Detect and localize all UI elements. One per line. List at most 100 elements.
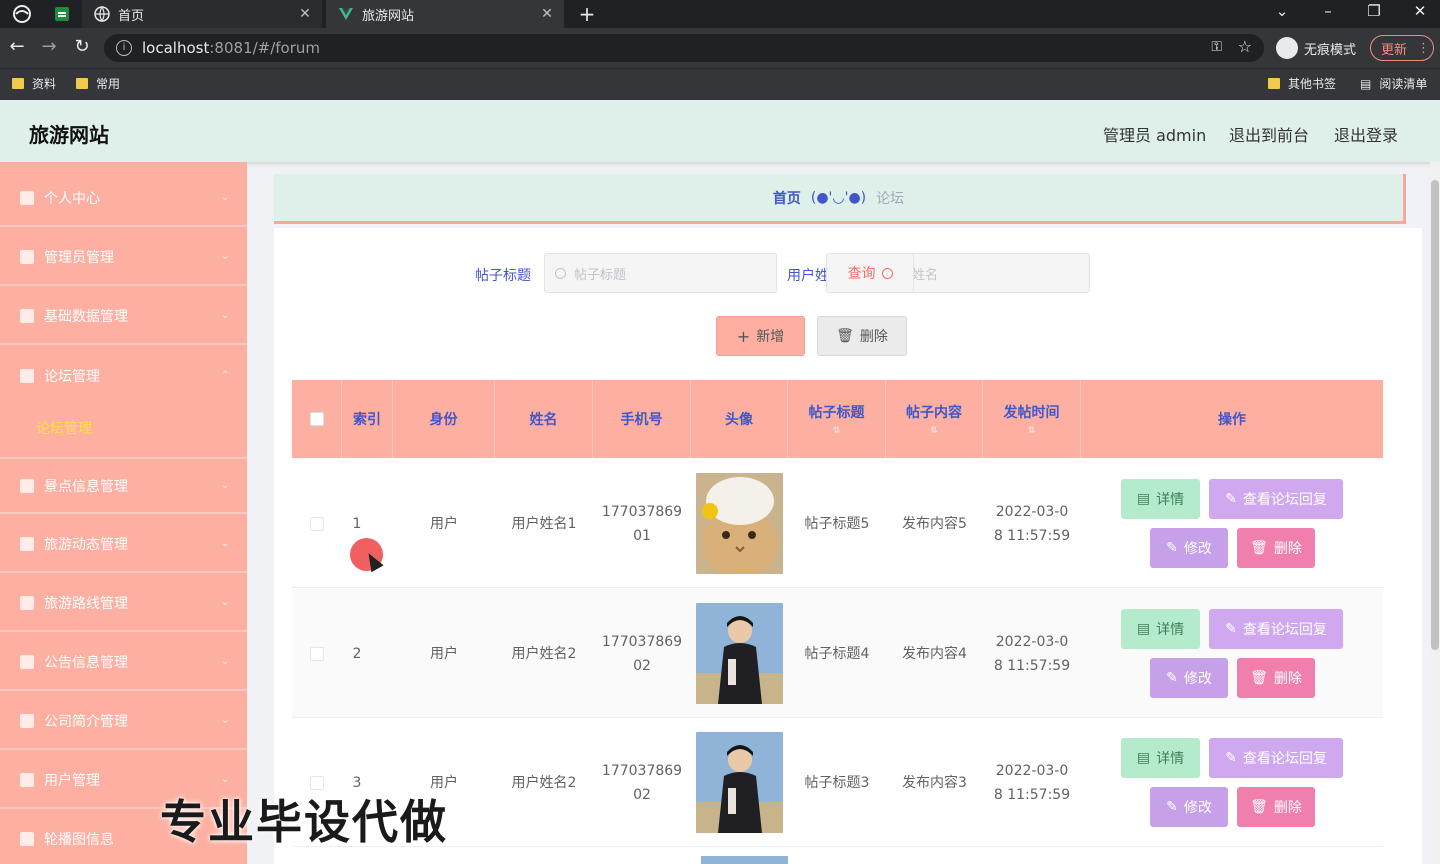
sidebar-subitem-forum[interactable]: 论坛管理 bbox=[0, 399, 247, 456]
time-text: 2022-03-08 11:57:59 bbox=[993, 762, 1071, 803]
browser-tab-bar: 首页 ✕ 旅游网站 ✕ + ⌄ – ❐ ✕ bbox=[0, 0, 1440, 28]
column-role[interactable]: 身份 bbox=[393, 380, 495, 458]
reload-icon[interactable]: ↻ bbox=[70, 36, 94, 57]
delete-button[interactable]: 🗑 删除 bbox=[1237, 787, 1315, 827]
delete-button[interactable]: 🗑 删除 bbox=[1237, 528, 1315, 568]
column-avatar[interactable]: 头像 bbox=[691, 380, 788, 458]
sidebar-item-scenic[interactable]: 景点信息管理 ⌄ bbox=[0, 457, 247, 514]
tab-title: 旅游网站 bbox=[362, 8, 415, 24]
url-field[interactable]: i localhost:8081/#/forum ⚿ ☆ bbox=[104, 34, 1264, 62]
column-name[interactable]: 姓名 bbox=[495, 380, 593, 458]
sidebar-item-base-data[interactable]: 基础数据管理 ⌄ bbox=[0, 288, 247, 345]
trash-icon: 🗑 bbox=[1250, 670, 1268, 686]
close-icon[interactable]: ✕ bbox=[536, 6, 558, 22]
bookmark-label: 常用 bbox=[96, 77, 121, 91]
star-icon[interactable]: ☆ bbox=[1238, 37, 1252, 56]
sidebar-item-personal-center[interactable]: 个人中心 ⌄ bbox=[0, 170, 247, 227]
detail-button[interactable]: ▤ 详情 bbox=[1121, 609, 1200, 649]
folder-icon bbox=[12, 78, 24, 89]
sidebar-item-routes[interactable]: 旅游路线管理 ⌄ bbox=[0, 575, 247, 632]
edit-button[interactable]: ✎ 修改 bbox=[1150, 528, 1228, 568]
minimize-icon[interactable]: – bbox=[1316, 2, 1340, 20]
sidebar-item-company[interactable]: 公司简介管理 ⌄ bbox=[0, 693, 247, 750]
trash-icon: 🗑 bbox=[1250, 540, 1268, 556]
incognito-icon bbox=[1276, 37, 1298, 59]
sidebar-item-label: 旅游动态管理 bbox=[44, 536, 128, 553]
tab-home[interactable]: 首页 ✕ bbox=[82, 0, 322, 28]
tab-search-icon[interactable]: ⌄ bbox=[1270, 2, 1294, 20]
admin-label: 管理员 admin bbox=[1103, 126, 1207, 145]
exit-to-front-link[interactable]: 退出到前台 bbox=[1229, 122, 1309, 146]
view-replies-button[interactable]: ✎ 查看论坛回复 bbox=[1209, 479, 1343, 519]
sidebar-item-notices[interactable]: 公告信息管理 ⌄ bbox=[0, 634, 247, 691]
delete-label: 删除 bbox=[859, 329, 888, 345]
role-cell: 用户 bbox=[430, 645, 458, 662]
detail-label: 详情 bbox=[1156, 492, 1185, 508]
browser-menu-icon[interactable] bbox=[12, 4, 32, 24]
edit-icon: ✎ bbox=[1166, 670, 1178, 686]
key-icon[interactable]: ⚿ bbox=[1211, 39, 1222, 55]
column-post-title[interactable]: 帖子标题 ⇅ bbox=[788, 380, 886, 458]
post-title-input[interactable]: 帖子标题 bbox=[544, 253, 777, 293]
breadcrumb-home[interactable]: 首页 bbox=[773, 188, 801, 208]
trash-icon: 🗑 bbox=[1250, 799, 1268, 815]
column-post-content[interactable]: 帖子内容 ⇅ bbox=[886, 380, 983, 458]
column-phone[interactable]: 手机号 bbox=[593, 380, 691, 458]
sidebar-item-label: 公司简介管理 bbox=[44, 713, 128, 730]
info-icon[interactable]: i bbox=[116, 40, 132, 56]
edit-button[interactable]: ✎ 修改 bbox=[1150, 787, 1228, 827]
restore-icon[interactable]: ❐ bbox=[1362, 2, 1386, 20]
sidebar-item-label: 景点信息管理 bbox=[44, 478, 128, 495]
edit-icon: ✎ bbox=[1225, 491, 1237, 507]
bookmark-label: 其他书签 bbox=[1288, 77, 1337, 91]
reading-list[interactable]: ▤ 阅读清单 bbox=[1360, 75, 1427, 92]
detail-button[interactable]: ▤ 详情 bbox=[1121, 479, 1200, 519]
bookmark-folder[interactable]: 资料 bbox=[12, 75, 56, 92]
column-post-time[interactable]: 发帖时间 ⇅ bbox=[983, 380, 1081, 458]
bookmark-other[interactable]: 其他书签 bbox=[1268, 75, 1336, 92]
sidebar-item-news[interactable]: 旅游动态管理 ⌄ bbox=[0, 516, 247, 573]
row-checkbox[interactable] bbox=[310, 516, 324, 531]
forward-icon[interactable]: → bbox=[37, 36, 61, 57]
breadcrumb-face: (●'◡'●) bbox=[810, 189, 867, 206]
app-shortcut-icon[interactable] bbox=[52, 4, 72, 24]
phone-text: 17703786902 bbox=[601, 762, 683, 803]
edit-button[interactable]: ✎ 修改 bbox=[1150, 658, 1228, 698]
incognito-indicator[interactable]: 无痕模式 bbox=[1276, 36, 1356, 60]
title-cell: 帖子标题4 bbox=[804, 645, 870, 662]
phone-text: 17703786901 bbox=[601, 503, 683, 544]
column-label: 索引 bbox=[353, 412, 381, 428]
column-label: 操作 bbox=[1218, 412, 1246, 428]
add-button[interactable]: + 新增 bbox=[716, 316, 805, 356]
doc-icon: ▤ bbox=[1136, 750, 1151, 766]
detail-button[interactable]: ▤ 详情 bbox=[1121, 738, 1200, 778]
row-checkbox[interactable] bbox=[310, 646, 324, 661]
logout-link[interactable]: 退出登录 bbox=[1334, 122, 1398, 146]
thumb-icon bbox=[20, 654, 34, 669]
view-replies-button[interactable]: ✎ 查看论坛回复 bbox=[1209, 738, 1343, 778]
sort-icon: ⇅ bbox=[930, 426, 938, 436]
view-replies-button[interactable]: ✎ 查看论坛回复 bbox=[1209, 609, 1343, 649]
scrollbar-thumb[interactable] bbox=[1431, 180, 1439, 650]
update-button[interactable]: 更新 ⋮ bbox=[1370, 35, 1434, 61]
close-window-icon[interactable]: ✕ bbox=[1408, 2, 1432, 20]
back-icon[interactable]: ← bbox=[5, 36, 29, 57]
column-index[interactable]: 索引 bbox=[342, 380, 393, 458]
chevron-up-icon: ⌃ bbox=[221, 370, 230, 381]
title-cell: 帖子标题5 bbox=[804, 515, 870, 532]
close-icon[interactable]: ✕ bbox=[294, 6, 316, 22]
bookmark-folder[interactable]: 常用 bbox=[76, 75, 120, 92]
time-text: 2022-03-08 11:57:59 bbox=[993, 503, 1071, 544]
select-all-checkbox[interactable] bbox=[309, 412, 324, 426]
batch-delete-button[interactable]: 🗑 删除 bbox=[817, 316, 907, 356]
index-cell: 2 bbox=[352, 645, 362, 662]
delete-button[interactable]: 🗑 删除 bbox=[1237, 658, 1315, 698]
edit-label: 修改 bbox=[1183, 671, 1212, 687]
new-tab-icon[interactable]: + bbox=[576, 2, 598, 26]
edit-icon: ✎ bbox=[1225, 621, 1237, 637]
query-button[interactable]: 查询 bbox=[826, 253, 914, 293]
sidebar-item-forum[interactable]: 论坛管理 ⌃ bbox=[0, 347, 247, 404]
tab-travel-site[interactable]: 旅游网站 ✕ bbox=[326, 0, 564, 28]
column-label: 帖子标题 bbox=[808, 405, 865, 421]
sidebar-item-admin[interactable]: 管理员管理 ⌄ bbox=[0, 229, 247, 286]
